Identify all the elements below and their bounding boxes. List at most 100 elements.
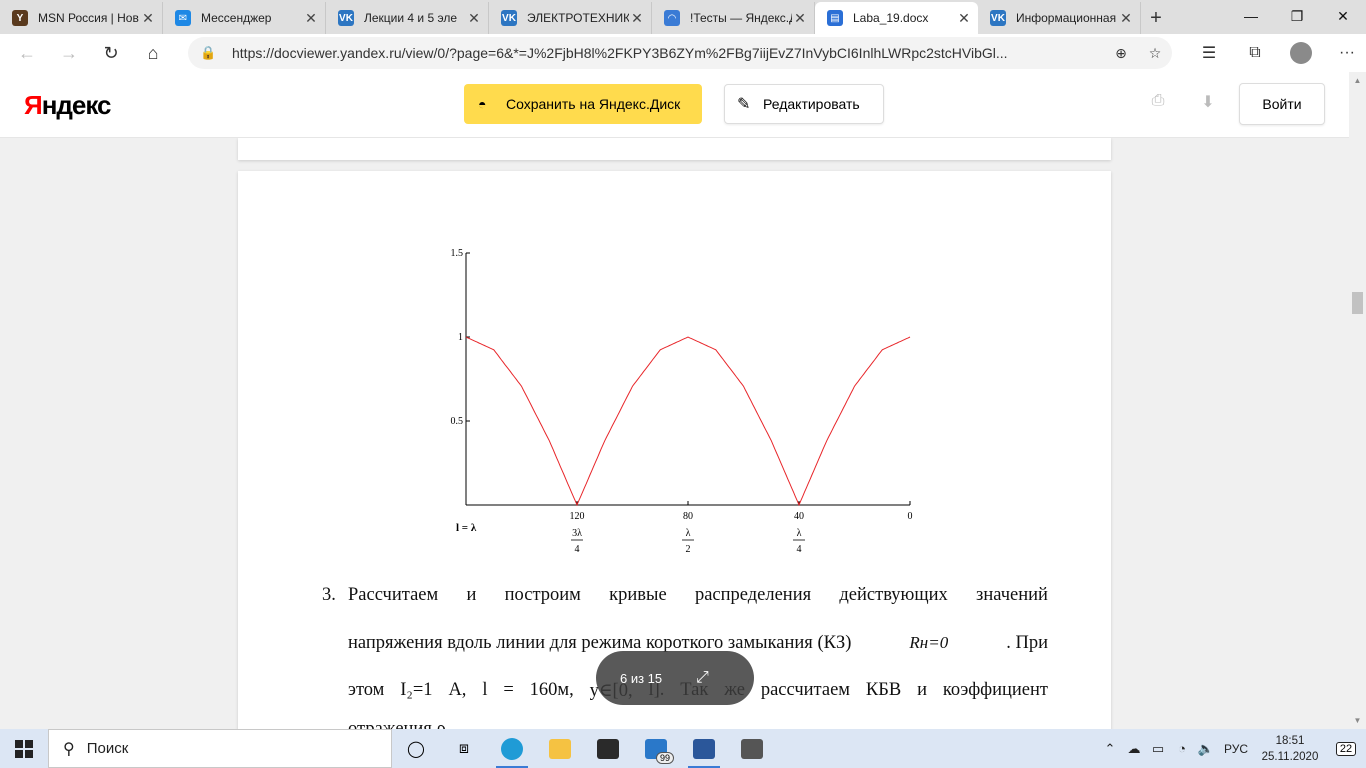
yandex-logo[interactable]: Яндекс — [24, 90, 111, 121]
tab-close-icon[interactable]: ✕ — [1118, 10, 1134, 27]
scroll-up-icon[interactable]: ▲ — [1349, 72, 1366, 89]
word: этом — [348, 680, 385, 700]
item-number: 3. — [322, 584, 336, 605]
word: и — [917, 680, 927, 700]
notifications-icon[interactable]: 22 — [1326, 729, 1366, 768]
x-tick-fraction-denominator: 2 — [686, 544, 691, 555]
document-viewport[interactable]: 1.5 1 0.5 120 3λ 4 80 λ 2 40 λ 4 0 l = λ 3. Рассчитае… — [0, 138, 1349, 729]
collections-icon[interactable]: ⧉ — [1232, 34, 1278, 72]
browser-tab[interactable]: ✉ Мессенджер ✕ — [163, 2, 326, 34]
tab-close-icon[interactable]: ✕ — [140, 10, 156, 27]
home-button[interactable]: ⌂ — [132, 37, 174, 69]
tray-chevron-icon[interactable]: ⌃ — [1098, 741, 1122, 757]
battery-icon[interactable]: ▭ — [1146, 741, 1170, 757]
new-tab-button[interactable]: + — [1141, 2, 1171, 34]
favorite-star-icon[interactable]: ☆ — [1138, 45, 1172, 62]
taskbar-search[interactable]: ⚲ Поиск — [48, 729, 392, 768]
tab-close-icon[interactable]: ✕ — [792, 10, 808, 27]
scroll-down-icon[interactable]: ▼ — [1349, 712, 1366, 729]
store-icon[interactable] — [584, 729, 632, 768]
vertical-scrollbar[interactable]: ▲ ▼ — [1349, 72, 1366, 729]
x-tick-fraction-numerator: 3λ — [572, 528, 582, 539]
text-line-1: 3. Рассчитаем и построим кривые распределени… — [322, 571, 1048, 619]
url-text[interactable]: https://docviewer.yandex.ru/view/0/?page… — [220, 45, 1104, 61]
forward-button[interactable]: → — [48, 37, 90, 69]
x-tick-label: 40 — [794, 511, 804, 522]
tab-favicon-icon: Y — [12, 10, 28, 26]
tab-favicon-icon: ✉ — [175, 10, 191, 26]
navigation-bar: ← → ↻ ⌂ 🔒 https://docviewer.yandex.ru/vi… — [0, 34, 1366, 72]
word: коэффициент — [942, 680, 1048, 700]
y-tick-label: 1 — [458, 332, 463, 343]
address-bar[interactable]: 🔒 https://docviewer.yandex.ru/view/0/?pa… — [188, 37, 1172, 69]
x-axis-label: l = λ — [456, 522, 477, 534]
tab-title: Мессенджер — [201, 11, 272, 25]
lock-icon[interactable]: 🔒 — [200, 45, 220, 61]
file-explorer-icon[interactable] — [536, 729, 584, 768]
task-view-icon[interactable]: ⧈ — [440, 729, 488, 768]
cortana-icon[interactable]: ◯ — [392, 729, 440, 768]
wifi-icon[interactable]: ◔ — [1170, 741, 1194, 756]
edit-button[interactable]: ✎ Редактировать — [724, 84, 884, 124]
tab-strip: Y MSN Россия | Нов ✕ ✉ Мессенджер ✕ VK Лекции 4… — [0, 0, 1366, 34]
browser-tab[interactable]: VK Информационная ✕ — [978, 2, 1141, 34]
mail-icon[interactable]: 99 — [632, 729, 680, 768]
tab-favicon-icon: VK — [501, 10, 517, 26]
tab-close-icon[interactable]: ✕ — [303, 10, 319, 27]
tab-title: !Тесты — Яндекс.Д — [690, 11, 792, 25]
zoom-icon[interactable]: ⊕ — [1104, 45, 1138, 62]
language-indicator[interactable]: РУС — [1218, 742, 1254, 756]
scroll-thumb[interactable] — [1352, 292, 1363, 314]
browser-tab[interactable]: ▤ Laba_19.docx ✕ — [815, 2, 978, 34]
tab-close-icon[interactable]: ✕ — [629, 10, 645, 27]
x-tick-fraction-denominator: 4 — [797, 544, 802, 555]
clock[interactable]: 18:51 25.11.2020 — [1254, 733, 1326, 765]
page-counter[interactable]: 6 из 15 ⤢ — [596, 651, 754, 705]
edge-icon[interactable] — [488, 729, 536, 768]
x-tick-label: 120 — [570, 511, 585, 522]
tab-favicon-icon: VK — [990, 10, 1006, 26]
volume-icon[interactable]: 🔈 — [1194, 741, 1218, 757]
fullscreen-icon[interactable]: ⤢ — [696, 669, 709, 687]
browser-tab[interactable]: VK ЭЛЕКТРОТЕХНИКА ✕ — [489, 2, 652, 34]
text-line-4: отражения ρ — [348, 718, 446, 730]
word-icon[interactable] — [680, 729, 728, 768]
pencil-icon: ✎ — [737, 96, 751, 113]
close-window-button[interactable]: ✕ — [1320, 0, 1366, 32]
word: = — [503, 680, 514, 700]
tab-title: ЭЛЕКТРОТЕХНИКА — [527, 11, 629, 25]
standing-wave-chart: 1.510.51203λ480λ240λ40l = λ — [451, 248, 913, 555]
system-tray: ⌃ ☁ ▭ ◔ 🔈 РУС 18:51 25.11.2020 22 — [1098, 729, 1366, 768]
start-button[interactable] — [0, 729, 48, 768]
browser-tab[interactable]: VK Лекции 4 и 5 эле ✕ — [326, 2, 489, 34]
browser-tab[interactable]: Y MSN Россия | Нов ✕ — [0, 2, 163, 34]
word: кривые — [609, 584, 667, 605]
math-rn: Rн=0 — [909, 633, 949, 652]
onedrive-icon[interactable]: ☁ — [1122, 741, 1146, 757]
tab-close-icon[interactable]: ✕ — [466, 10, 482, 27]
word: действующих — [839, 584, 948, 605]
save-to-disk-button[interactable]: ◓ Сохранить на Яндекс.Диск — [464, 84, 702, 124]
tab-close-icon[interactable]: ✕ — [956, 10, 972, 27]
calculator-icon[interactable] — [728, 729, 776, 768]
word: I₂=1 — [400, 680, 433, 700]
browser-tab[interactable]: ◠ !Тесты — Яндекс.Д ✕ — [652, 2, 815, 34]
profile-avatar[interactable] — [1278, 34, 1324, 72]
favorites-icon[interactable]: ☰ — [1186, 34, 1232, 72]
previous-page — [238, 138, 1111, 160]
word: Рассчитаем — [348, 584, 439, 605]
login-button[interactable]: Войти — [1239, 83, 1325, 125]
tab-title: MSN Россия | Нов — [38, 11, 139, 25]
minimize-button[interactable]: — — [1228, 0, 1274, 32]
x-tick-label: 0 — [908, 511, 913, 522]
search-icon: ⚲ — [63, 740, 75, 758]
download-icon[interactable]: ⬇ — [1196, 92, 1220, 116]
document-page: 1.5 1 0.5 120 3λ 4 80 λ 2 40 λ 4 0 l = λ 3. Рассчитае… — [238, 171, 1111, 729]
settings-more-icon[interactable]: ··· — [1324, 34, 1366, 72]
taskbar: ⚲ Поиск ◯ ⧈ 99 ⌃ ☁ ▭ ◔ 🔈 РУС 18:51 25.11… — [0, 729, 1366, 768]
print-icon[interactable]: ⎙ — [1146, 92, 1170, 116]
back-button[interactable]: ← — [6, 37, 48, 69]
refresh-button[interactable]: ↻ — [90, 37, 132, 69]
maximize-button[interactable]: ❐ — [1274, 0, 1320, 32]
document-text: 3. Рассчитаем и построим кривые распределени… — [322, 571, 1048, 730]
